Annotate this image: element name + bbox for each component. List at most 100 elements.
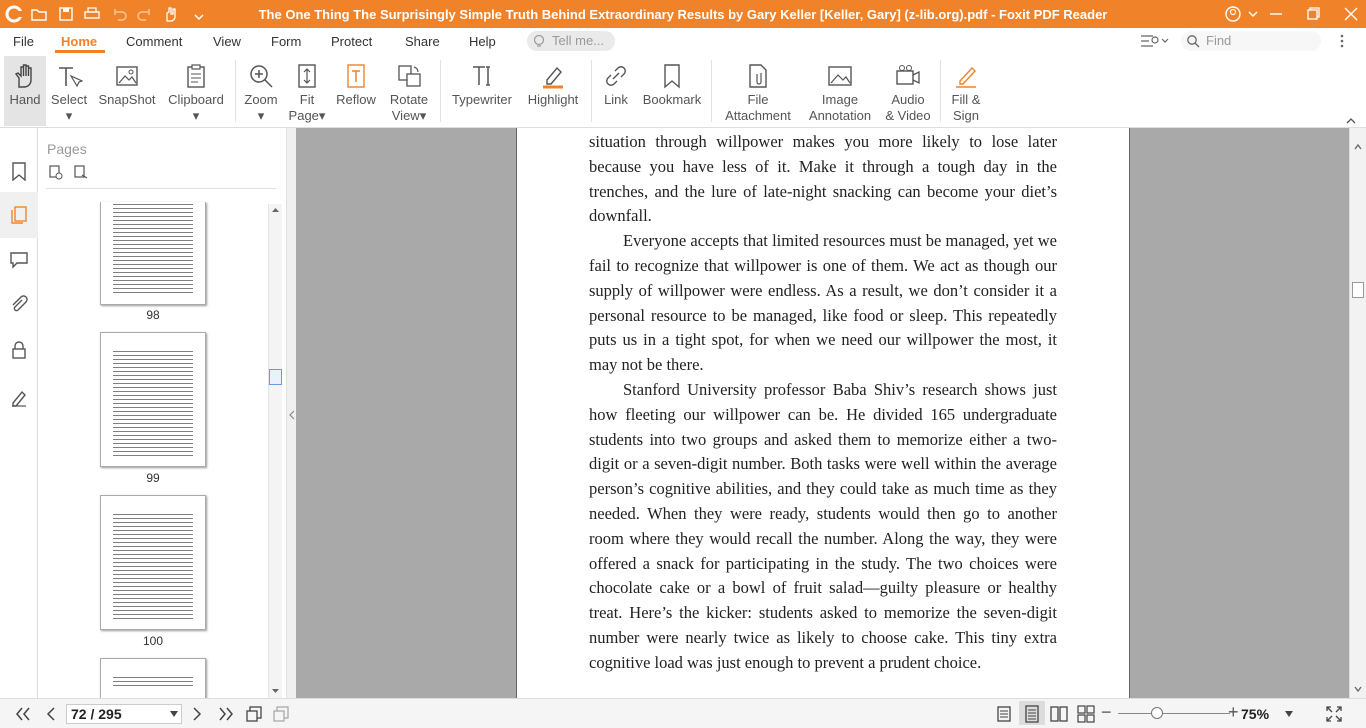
tell-me-box[interactable]: Tell me... — [527, 31, 615, 51]
image-annotation-button[interactable]: Image Annotation — [802, 56, 878, 126]
account-dropdown-icon[interactable] — [1243, 4, 1263, 24]
zoom-button[interactable]: Zoom ▾ — [240, 56, 282, 126]
reflow-button[interactable]: Reflow — [332, 56, 380, 126]
menu-help[interactable]: Help — [469, 34, 496, 49]
first-page-icon[interactable] — [14, 706, 32, 722]
thumbnails-scrollbar[interactable] — [268, 204, 282, 698]
page-thumbnail[interactable] — [100, 658, 206, 698]
security-panel-icon[interactable] — [9, 340, 29, 360]
page-text: situation through willpower makes you mo… — [589, 130, 1057, 676]
page-thumbnail[interactable] — [100, 202, 206, 305]
file-attachment-icon — [749, 64, 767, 88]
find-input[interactable]: Find — [1181, 31, 1321, 51]
bookmarks-panel-icon[interactable] — [9, 161, 29, 181]
hand-icon — [14, 64, 32, 88]
page-thumbnail-label: 100 — [142, 634, 164, 648]
audio-video-icon — [896, 65, 920, 85]
previous-view-icon[interactable] — [245, 705, 263, 723]
zoom-slider-thumb[interactable] — [1151, 707, 1163, 719]
zoom-slider-track[interactable] — [1118, 713, 1230, 714]
status-bar: 72 / 295 − + 75% — [0, 698, 1366, 728]
audio-video-button[interactable]: Audio & Video — [882, 56, 934, 126]
collapse-panel-arrow-icon[interactable] — [288, 410, 296, 420]
zoom-out-icon[interactable]: − — [1101, 702, 1112, 723]
page-thumbnail-options-icon[interactable] — [73, 164, 89, 180]
continuous-facing-view-icon[interactable] — [1077, 705, 1095, 723]
search-options-icon[interactable] — [1140, 33, 1170, 49]
more-options-icon[interactable] — [1335, 33, 1349, 49]
zoom-level[interactable]: 75% — [1241, 706, 1269, 722]
ribbon-separator — [711, 60, 712, 122]
attachments-panel-icon[interactable] — [9, 295, 29, 315]
scroll-down-arrow-icon[interactable] — [270, 685, 281, 696]
rotate-view-button[interactable]: Rotate View▾ — [384, 56, 434, 126]
collapse-ribbon-icon[interactable] — [1345, 116, 1357, 126]
scroll-up-arrow-icon[interactable] — [1353, 142, 1363, 152]
fill-sign-icon — [956, 66, 976, 88]
minimize-icon[interactable] — [1266, 4, 1286, 24]
ribbon-separator — [235, 60, 236, 122]
pages-panel: Pages 98 99 100 — [38, 128, 286, 698]
clipboard-button[interactable]: Clipboard ▾ — [165, 56, 227, 126]
signatures-panel-icon[interactable] — [9, 387, 29, 407]
page-thumbnail[interactable] — [100, 495, 206, 630]
scrollbar-thumb[interactable] — [269, 369, 282, 385]
hand-tool-button[interactable]: Hand — [4, 56, 46, 126]
page-options-icon[interactable] — [48, 164, 64, 180]
close-icon[interactable] — [1341, 4, 1361, 24]
rotate-view-icon — [398, 65, 421, 87]
highlight-icon — [543, 66, 563, 89]
single-page-view-icon[interactable] — [995, 705, 1013, 723]
zoom-icon — [250, 65, 273, 88]
fit-page-button[interactable]: Fit Page▾ — [286, 56, 328, 126]
typewriter-icon — [473, 66, 490, 86]
page-number-input[interactable]: 72 / 295 — [66, 704, 182, 724]
panel-splitter[interactable] — [286, 128, 296, 698]
full-screen-icon[interactable] — [1325, 705, 1343, 723]
snapshot-button[interactable]: SnapShot — [95, 56, 159, 126]
menu-protect[interactable]: Protect — [331, 34, 372, 49]
menu-share[interactable]: Share — [405, 34, 440, 49]
ribbon-separator — [440, 60, 441, 122]
highlight-button[interactable]: Highlight — [522, 56, 584, 126]
comments-panel-icon[interactable] — [9, 249, 29, 269]
last-page-icon[interactable] — [217, 706, 235, 722]
next-view-icon[interactable] — [272, 705, 290, 723]
ribbon-toolbar: Hand Select ▾ SnapShot Clipboard ▾ Zoom … — [0, 54, 1366, 128]
file-attachment-button[interactable]: File Attachment — [718, 56, 798, 126]
document-scrollbar[interactable] — [1349, 128, 1366, 698]
menu-view[interactable]: View — [213, 34, 241, 49]
scroll-up-arrow-icon[interactable] — [270, 205, 281, 216]
link-button[interactable]: Link — [597, 56, 635, 126]
select-tool-button[interactable]: Select ▾ — [48, 56, 90, 126]
window-title: The One Thing The Surprisingly Simple Tr… — [258, 7, 1108, 22]
scrollbar-thumb[interactable] — [1352, 282, 1364, 298]
paragraph: Everyone accepts that limited resources … — [589, 231, 1057, 375]
select-text-icon — [59, 67, 83, 88]
bookmark-icon — [664, 64, 680, 89]
menu-form[interactable]: Form — [271, 34, 301, 49]
typewriter-button[interactable]: Typewriter — [446, 56, 518, 126]
document-viewer[interactable]: situation through willpower makes you mo… — [296, 128, 1349, 698]
next-page-icon[interactable] — [190, 706, 204, 722]
page-dropdown-icon[interactable] — [170, 711, 178, 717]
account-icon[interactable] — [1223, 4, 1243, 24]
page-thumbnail[interactable] — [100, 332, 206, 467]
facing-view-icon[interactable] — [1050, 705, 1068, 723]
zoom-dropdown-icon[interactable] — [1285, 711, 1293, 717]
menu-comment[interactable]: Comment — [126, 34, 182, 49]
find-placeholder: Find — [1206, 33, 1232, 48]
pages-panel-divider — [46, 188, 276, 189]
reflow-icon — [347, 64, 365, 88]
menu-file[interactable]: File — [13, 34, 34, 49]
previous-page-icon[interactable] — [44, 706, 58, 722]
pages-panel-icon[interactable] — [9, 205, 29, 225]
fill-sign-button[interactable]: Fill & Sign — [945, 56, 987, 126]
scroll-down-arrow-icon[interactable] — [1353, 684, 1363, 694]
navigation-sidebar — [0, 128, 38, 698]
menu-home[interactable]: Home — [61, 34, 97, 49]
bookmark-button[interactable]: Bookmark — [639, 56, 705, 126]
maximize-icon[interactable] — [1303, 4, 1323, 24]
zoom-in-icon[interactable]: + — [1228, 702, 1239, 723]
continuous-view-icon[interactable] — [1023, 705, 1041, 723]
